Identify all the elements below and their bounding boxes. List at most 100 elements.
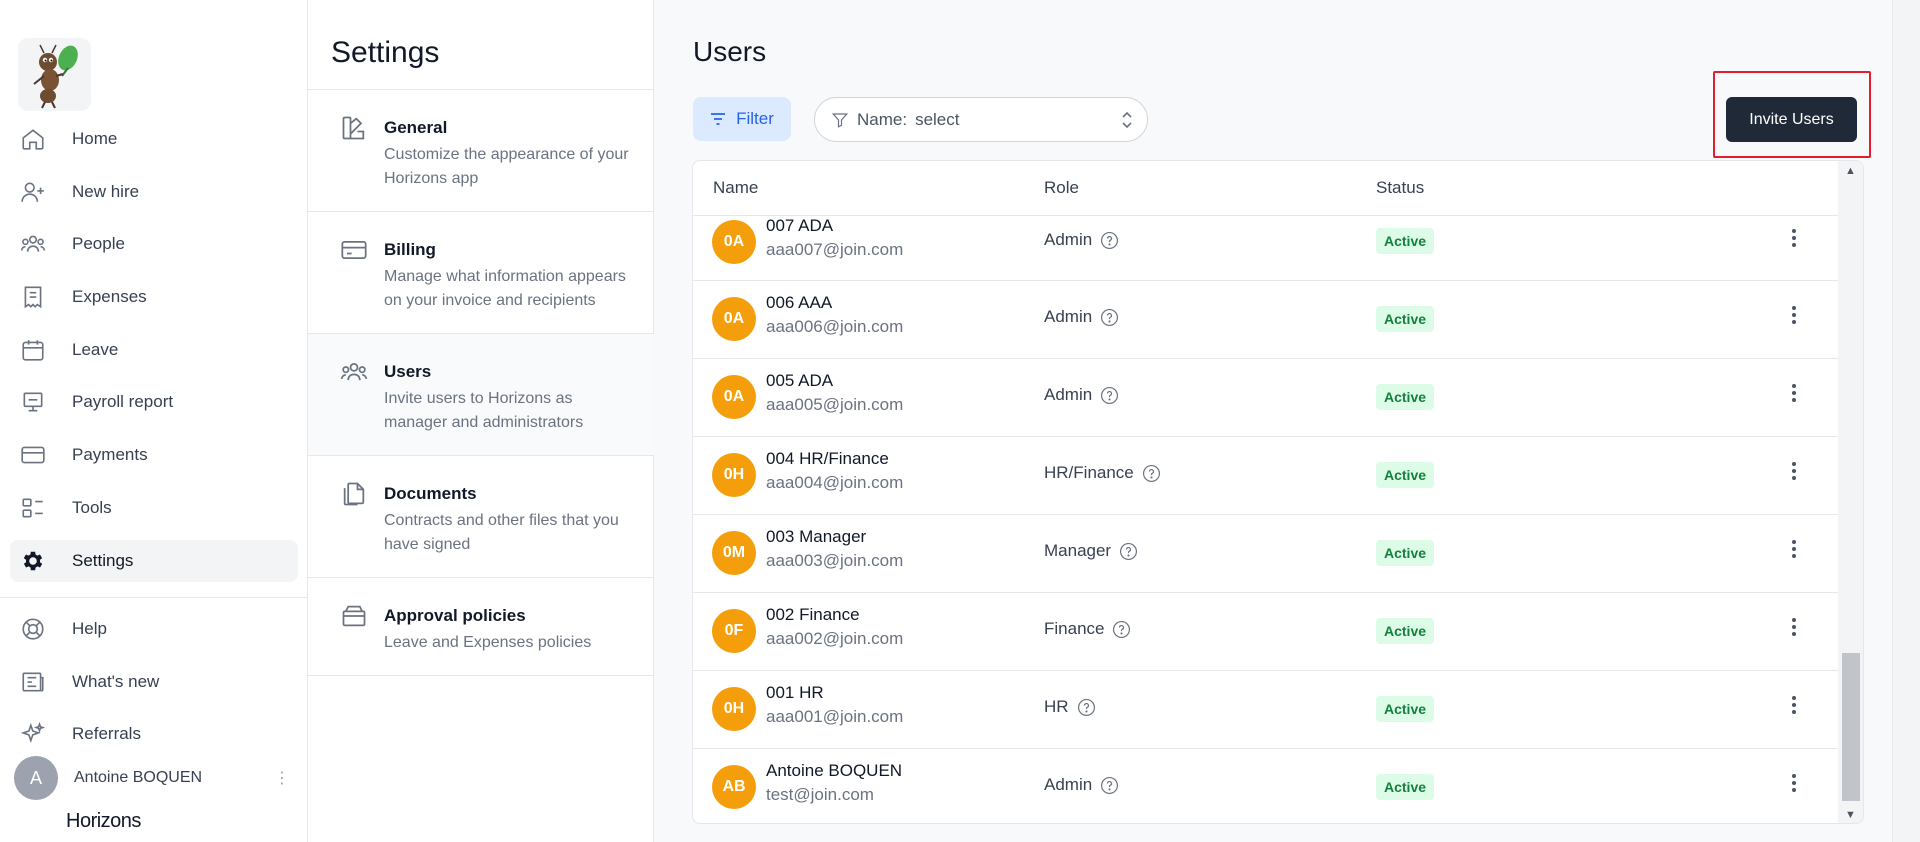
- table-row[interactable]: 0A 007 ADA aaa007@join.com Admin Active: [693, 216, 1838, 281]
- settings-item-documents[interactable]: Documents Contracts and other files that…: [308, 456, 654, 578]
- status-badge: Active: [1376, 540, 1435, 566]
- payroll-icon: [20, 389, 46, 415]
- status-badge: Active: [1376, 462, 1435, 488]
- settings-title: Settings: [331, 36, 440, 69]
- table-row[interactable]: 0A 006 AAA aaa006@join.com Admin Active: [693, 281, 1838, 359]
- status-badge: Active: [1376, 228, 1435, 254]
- palette-icon: [340, 114, 368, 142]
- avatar: 0A: [712, 375, 756, 419]
- settings-item-general[interactable]: General Customize the appearance of your…: [308, 90, 654, 212]
- settings-item-approval-policies[interactable]: Approval policies Leave and Expenses pol…: [308, 578, 654, 676]
- table-row[interactable]: 0F 002 Finance aaa002@join.com Finance A…: [693, 593, 1838, 671]
- table-row[interactable]: 0H 001 HR aaa001@join.com HR Active: [693, 671, 1838, 749]
- role-cell: Admin: [1044, 230, 1119, 250]
- filter-button[interactable]: Filter: [693, 97, 791, 141]
- nav-item-payroll-report[interactable]: Payroll report: [10, 381, 298, 423]
- scrollbar-thumb[interactable]: [1842, 653, 1860, 801]
- settings-item-billing[interactable]: Billing Manage what information appears …: [308, 212, 654, 334]
- nav-item-help[interactable]: Help: [10, 608, 298, 650]
- table-scrollbar[interactable]: ▲ ▼: [1838, 161, 1863, 823]
- help-circle-icon[interactable]: [1112, 620, 1131, 639]
- help-circle-icon[interactable]: [1100, 776, 1119, 795]
- settings-item-users[interactable]: Users Invite users to Horizons as manage…: [308, 334, 654, 456]
- calendar-icon: [20, 337, 46, 363]
- more-vertical-icon[interactable]: [1791, 228, 1797, 248]
- column-header-role[interactable]: Role: [1044, 178, 1079, 198]
- nav-item-new-hire[interactable]: New hire: [10, 171, 298, 213]
- settings-list: General Customize the appearance of your…: [308, 89, 654, 676]
- role-label: Admin: [1044, 230, 1093, 249]
- settings-item-description: Customize the appearance of your Horizon…: [384, 146, 629, 187]
- role-cell: HR: [1044, 697, 1096, 717]
- table-row[interactable]: 0A 005 ADA aaa005@join.com Admin Active: [693, 359, 1838, 437]
- more-vertical-icon[interactable]: [1791, 695, 1797, 715]
- more-vertical-icon[interactable]: [1791, 305, 1797, 325]
- role-cell: HR/Finance: [1044, 463, 1161, 483]
- status-badge: Active: [1376, 384, 1435, 410]
- avatar: 0M: [712, 531, 756, 575]
- table-row[interactable]: 0M 003 Manager aaa003@join.com Manager A…: [693, 515, 1838, 593]
- current-user[interactable]: A Antoine BOQUEN ⋮: [14, 756, 298, 800]
- user-name: Antoine BOQUEN: [74, 769, 203, 786]
- nav-item-label: New hire: [72, 181, 140, 201]
- help-circle-icon[interactable]: [1100, 231, 1119, 250]
- nav-item-leave[interactable]: Leave: [10, 329, 298, 371]
- settings-item-title: Billing: [384, 240, 436, 259]
- chevron-up-down-icon: [1121, 110, 1133, 130]
- help-circle-icon[interactable]: [1100, 386, 1119, 405]
- more-vertical-icon[interactable]: [1791, 773, 1797, 793]
- tools-icon: [20, 495, 46, 521]
- user-email: aaa005@join.com: [766, 395, 904, 414]
- help-circle-icon[interactable]: [1142, 464, 1161, 483]
- role-label: HR/Finance: [1044, 463, 1134, 482]
- user-email: aaa007@join.com: [766, 240, 904, 259]
- card-icon: [20, 442, 46, 468]
- nav-item-label: Tools: [72, 497, 112, 517]
- card-icon: [340, 236, 368, 264]
- nav-item-expenses[interactable]: Expenses: [10, 276, 298, 318]
- page-scrollbar[interactable]: [1892, 0, 1920, 842]
- column-header-name[interactable]: Name: [713, 178, 758, 198]
- more-vertical-icon[interactable]: [1791, 617, 1797, 637]
- user-email: aaa002@join.com: [766, 629, 904, 648]
- more-vertical-icon[interactable]: [1791, 383, 1797, 403]
- secondary-nav: Help What's new Referrals: [10, 608, 298, 766]
- nav-item-home[interactable]: Home: [10, 118, 298, 160]
- table-row[interactable]: AB Antoine BOQUEN test@join.com Admin Ac…: [693, 749, 1838, 823]
- help-circle-icon[interactable]: [1100, 308, 1119, 327]
- settings-panel: Settings General Customize the appearanc…: [308, 0, 654, 842]
- nav-item-people[interactable]: People: [10, 223, 298, 265]
- nav-item-settings[interactable]: Settings: [10, 539, 298, 582]
- settings-item-description: Manage what information appears on your …: [384, 268, 626, 309]
- nav-item-whats-new[interactable]: What's new: [10, 661, 298, 703]
- settings-item-description: Invite users to Horizons as manager and …: [384, 390, 584, 431]
- nav-item-payments[interactable]: Payments: [10, 434, 298, 476]
- settings-item-title: Approval policies: [384, 606, 526, 625]
- scroll-up-arrow-icon[interactable]: ▲: [1845, 165, 1856, 177]
- funnel-icon: [831, 111, 849, 129]
- help-circle-icon[interactable]: [1119, 542, 1138, 561]
- settings-item-title: Documents: [384, 484, 477, 503]
- column-header-status[interactable]: Status: [1376, 178, 1424, 198]
- avatar: 0A: [712, 297, 756, 341]
- nav-item-tools[interactable]: Tools: [10, 487, 298, 529]
- nav-item-label: What's new: [72, 671, 160, 691]
- invite-users-button[interactable]: Invite Users: [1726, 97, 1857, 142]
- more-vertical-icon[interactable]: [1791, 461, 1797, 481]
- table-row[interactable]: 0H 004 HR/Finance aaa004@join.com HR/Fin…: [693, 437, 1838, 515]
- avatar: AB: [712, 765, 756, 809]
- scroll-down-arrow-icon[interactable]: ▼: [1845, 809, 1856, 821]
- app-logo[interactable]: [18, 38, 91, 111]
- more-vertical-icon[interactable]: ⋮: [274, 768, 298, 788]
- name-filter-select[interactable]: Name: select: [814, 97, 1148, 142]
- avatar: 0F: [712, 609, 756, 653]
- invite-highlight-box: Invite Users: [1713, 71, 1871, 158]
- status-badge: Active: [1376, 774, 1435, 800]
- left-navigation: Home New hire People Expenses Leave Payr…: [0, 0, 308, 842]
- more-vertical-icon[interactable]: [1791, 539, 1797, 559]
- main-nav: Home New hire People Expenses Leave Payr…: [10, 118, 298, 592]
- nav-item-referrals[interactable]: Referrals: [10, 713, 298, 755]
- table-body: 0A 007 ADA aaa007@join.com Admin Active …: [693, 216, 1838, 823]
- name-select-label: Name:: [857, 109, 908, 129]
- help-circle-icon[interactable]: [1077, 698, 1096, 717]
